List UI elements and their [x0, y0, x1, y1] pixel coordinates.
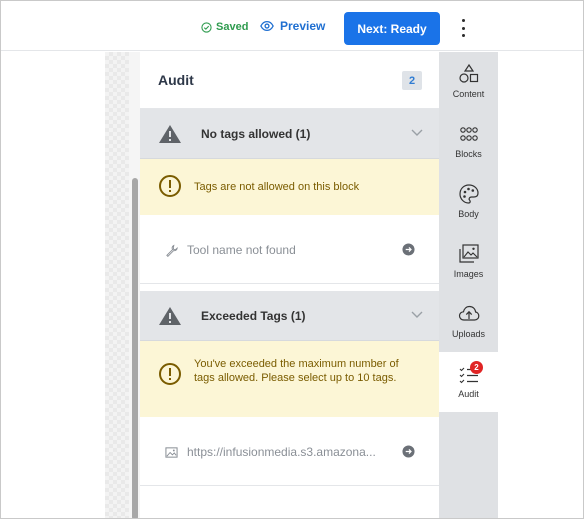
more-menu-icon[interactable] — [456, 17, 470, 39]
chevron-down-icon[interactable] — [411, 311, 423, 319]
canvas-scrollbar-thumb[interactable] — [132, 178, 138, 518]
group-title: Exceeded Tags (1) — [201, 309, 306, 323]
warning-notice: You've exceeded the maximum number of ta… — [140, 341, 439, 417]
group-header-exceeded-tags[interactable]: Exceeded Tags (1) — [140, 291, 439, 341]
warning-triangle-icon — [159, 125, 181, 143]
exclamation-circle-icon — [159, 363, 181, 385]
notice-text: Tags are not allowed on this block — [194, 181, 360, 193]
images-icon — [458, 244, 479, 263]
saved-label: Saved — [216, 21, 249, 33]
preview-label: Preview — [280, 19, 326, 33]
warning-triangle-icon — [159, 307, 181, 325]
next-ready-button[interactable]: Next: Ready — [344, 12, 440, 45]
warning-notice: Tags are not allowed on this block — [140, 159, 439, 215]
image-icon — [165, 447, 178, 458]
top-toolbar: Saved Preview Next: Ready — [1, 1, 583, 51]
sidebar-label: Content — [452, 89, 485, 99]
panel-title: Audit — [158, 72, 194, 88]
sidebar-label: Audit — [458, 389, 479, 399]
wrench-icon — [166, 244, 178, 257]
arrow-right-circle-icon[interactable] — [402, 243, 415, 256]
sidebar-item-uploads[interactable]: Uploads — [439, 292, 498, 352]
cloud-upload-icon — [458, 305, 479, 321]
eye-icon — [260, 20, 274, 32]
sidebar-label: Body — [458, 209, 479, 219]
group-title: No tags allowed (1) — [201, 127, 311, 141]
issue-count-badge: 2 — [402, 71, 422, 90]
audit-item-tool[interactable]: Tool name not found — [140, 215, 439, 284]
chevron-down-icon[interactable] — [411, 129, 423, 137]
grid-dots-icon — [459, 127, 478, 141]
app-window: Saved Preview Next: Ready Audit 2 No tag… — [0, 0, 584, 519]
sidebar-item-audit[interactable]: 2 Audit — [439, 352, 498, 412]
sidebar-label: Uploads — [451, 329, 486, 339]
audit-item-image-url[interactable]: https://infusionmedia.s3.amazona... — [140, 417, 439, 486]
saved-status: Saved — [201, 21, 248, 33]
check-circle-icon — [201, 21, 212, 33]
canvas-edge — [105, 52, 129, 518]
audit-panel: Audit 2 No tags allowed (1) Tags are not… — [140, 52, 439, 518]
group-header-no-tags[interactable]: No tags allowed (1) — [140, 109, 439, 159]
editor-canvas — [1, 52, 140, 518]
sidebar-item-body[interactable]: Body — [439, 172, 498, 232]
audit-count-badge: 2 — [470, 361, 483, 374]
sidebar-label: Blocks — [455, 149, 482, 159]
sidebar-label: Images — [453, 269, 484, 279]
exclamation-circle-icon — [159, 175, 181, 197]
shapes-icon — [458, 63, 478, 83]
item-text: https://infusionmedia.s3.amazona... — [187, 445, 376, 459]
palette-icon — [458, 184, 479, 204]
sidebar-item-images[interactable]: Images — [439, 232, 498, 292]
arrow-right-circle-icon[interactable] — [402, 445, 415, 458]
audit-panel-header: Audit 2 — [140, 52, 439, 109]
sidebar-item-blocks[interactable]: Blocks — [439, 112, 498, 172]
preview-button[interactable]: Preview — [260, 19, 325, 33]
sidebar-item-content[interactable]: Content — [439, 52, 498, 112]
outer-background — [498, 52, 583, 518]
audit-group-exceeded-tags: Exceeded Tags (1) You've exceeded the ma… — [140, 291, 439, 486]
notice-text: You've exceeded the maximum number of ta… — [194, 358, 399, 384]
item-text: Tool name not found — [187, 243, 296, 257]
audit-group-no-tags: No tags allowed (1) Tags are not allowed… — [140, 109, 439, 284]
tool-sidebar: Content Blocks Body Images Uploads 2 Aud… — [439, 52, 498, 518]
